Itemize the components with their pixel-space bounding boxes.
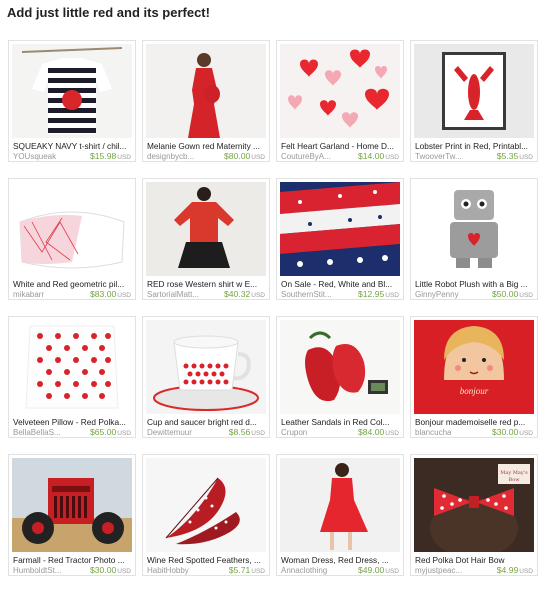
price: $15.98USD (89, 151, 131, 161)
product-image-cup-saucer[interactable] (146, 320, 266, 414)
product-image-striped-shirt[interactable] (12, 44, 132, 138)
shop-name[interactable]: designbycb... (147, 152, 194, 161)
product-image-fabric-stack[interactable] (280, 182, 400, 276)
price: $65.00USD (89, 427, 131, 437)
product-image-red-dress[interactable] (280, 458, 400, 552)
shop-name[interactable]: HabitHobby (147, 566, 189, 575)
product-title[interactable]: Cup and saucer bright red d... (147, 417, 267, 427)
price: $8.56USD (228, 427, 265, 437)
product-title[interactable]: Felt Heart Garland - Home D... (281, 141, 401, 151)
price: $50.00USD (491, 289, 533, 299)
page-title: Add just little red and its perfect! (7, 5, 210, 20)
product-title[interactable]: White and Red geometric pil... (13, 279, 133, 289)
product-card[interactable]: RED rose Western shirt w E... SartorialM… (142, 178, 270, 300)
shop-name[interactable]: myjustpeac... (415, 566, 462, 575)
price: $80.00USD (223, 151, 265, 161)
price: $5.71USD (228, 565, 265, 575)
product-title[interactable]: Bonjour mademoiselle red p... (415, 417, 535, 427)
product-card[interactable]: Woman Dress, Red Dress, ... Annaclothing… (276, 454, 404, 576)
product-card[interactable]: Melanie Gown red Maternity ... designbyc… (142, 40, 270, 162)
product-image-geometric-pillow[interactable] (12, 182, 132, 276)
price: $84.00USD (357, 427, 399, 437)
product-image-spotted-feathers[interactable] (146, 458, 266, 552)
product-image-red-tractor[interactable] (12, 458, 132, 552)
product-card[interactable]: On Sale - Red, White and Bl... SouthernS… (276, 178, 404, 300)
product-card[interactable]: Lobster Print in Red, Printabl... Twoove… (410, 40, 538, 162)
shop-name[interactable]: SartorialMatt... (147, 290, 199, 299)
product-card[interactable]: Velveteen Pillow - Red Polka... BellaBel… (8, 316, 136, 438)
price: $5.35USD (496, 151, 533, 161)
shop-name[interactable]: GinnyPenny (415, 290, 459, 299)
price: $30.00USD (89, 565, 131, 575)
product-image-polka-pillow[interactable] (12, 320, 132, 414)
product-card[interactable]: White and Red geometric pil... mikabarr … (8, 178, 136, 300)
product-title[interactable]: Woman Dress, Red Dress, ... (281, 555, 401, 565)
product-card[interactable]: Little Robot Plush with a Big ... GinnyP… (410, 178, 538, 300)
price: $40.32USD (223, 289, 265, 299)
product-title[interactable]: RED rose Western shirt w E... (147, 279, 267, 289)
product-image-lobster-print[interactable] (414, 44, 534, 138)
svg-text:May May's: May May's (500, 470, 528, 476)
svg-text:Bow: Bow (509, 477, 521, 483)
product-title[interactable]: Red Polka Dot Hair Bow (415, 555, 535, 565)
product-title[interactable]: Little Robot Plush with a Big ... (415, 279, 535, 289)
shop-name[interactable]: SouthernStit... (281, 290, 332, 299)
product-title[interactable]: Wine Red Spotted Feathers, ... (147, 555, 267, 565)
product-image-red-gown[interactable] (146, 44, 266, 138)
product-title[interactable]: Leather Sandals in Red Col... (281, 417, 401, 427)
product-title[interactable]: On Sale - Red, White and Bl... (281, 279, 401, 289)
product-card[interactable]: SQUEAKY NAVY t-shirt / chil... YOUsqueak… (8, 40, 136, 162)
shop-name[interactable]: Dewittemuur (147, 428, 192, 437)
shop-name[interactable]: BellaBellaS... (13, 428, 61, 437)
product-image-robot-plush[interactable] (414, 182, 534, 276)
product-image-red-western-shirt[interactable] (146, 182, 266, 276)
price: $4.99USD (496, 565, 533, 575)
product-title[interactable]: Lobster Print in Red, Printabl... (415, 141, 535, 151)
product-image-bonjour-print[interactable]: bonjour (414, 320, 534, 414)
product-card[interactable]: Cup and saucer bright red d... Dewittemu… (142, 316, 270, 438)
price: $14.00USD (357, 151, 399, 161)
shop-name[interactable]: YOUsqueak (13, 152, 56, 161)
shop-name[interactable]: Crupon (281, 428, 307, 437)
product-title[interactable]: Melanie Gown red Maternity ... (147, 141, 267, 151)
product-title[interactable]: SQUEAKY NAVY t-shirt / chil... (13, 141, 133, 151)
product-title[interactable]: Velveteen Pillow - Red Polka... (13, 417, 133, 427)
price: $49.00USD (357, 565, 399, 575)
shop-name[interactable]: HumboldtSt... (13, 566, 61, 575)
price: $83.00USD (89, 289, 131, 299)
price: $30.00USD (491, 427, 533, 437)
shop-name[interactable]: TwooverTw... (415, 152, 462, 161)
shop-name[interactable]: blancucha (415, 428, 451, 437)
product-card[interactable]: Felt Heart Garland - Home D... CoutureBy… (276, 40, 404, 162)
product-card[interactable]: Leather Sandals in Red Col... Crupon $84… (276, 316, 404, 438)
shop-name[interactable]: Annaclothing (281, 566, 327, 575)
product-image-heart-garland[interactable] (280, 44, 400, 138)
product-title[interactable]: Farmall - Red Tractor Photo ... (13, 555, 133, 565)
product-card[interactable]: Farmall - Red Tractor Photo ... Humboldt… (8, 454, 136, 576)
price: $12.95USD (357, 289, 399, 299)
shop-name[interactable]: CoutureByA... (281, 152, 331, 161)
shop-name[interactable]: mikabarr (13, 290, 44, 299)
product-card[interactable]: May May's Bow Red Polka Dot Hair Bow myj… (410, 454, 538, 576)
product-card[interactable]: bonjour Bonjour mademoiselle red p... bl… (410, 316, 538, 438)
product-card[interactable]: Wine Red Spotted Feathers, ... HabitHobb… (142, 454, 270, 576)
svg-text:bonjour: bonjour (460, 386, 489, 396)
product-image-red-sandals[interactable] (280, 320, 400, 414)
product-image-hair-bow[interactable]: May May's Bow (414, 458, 534, 552)
